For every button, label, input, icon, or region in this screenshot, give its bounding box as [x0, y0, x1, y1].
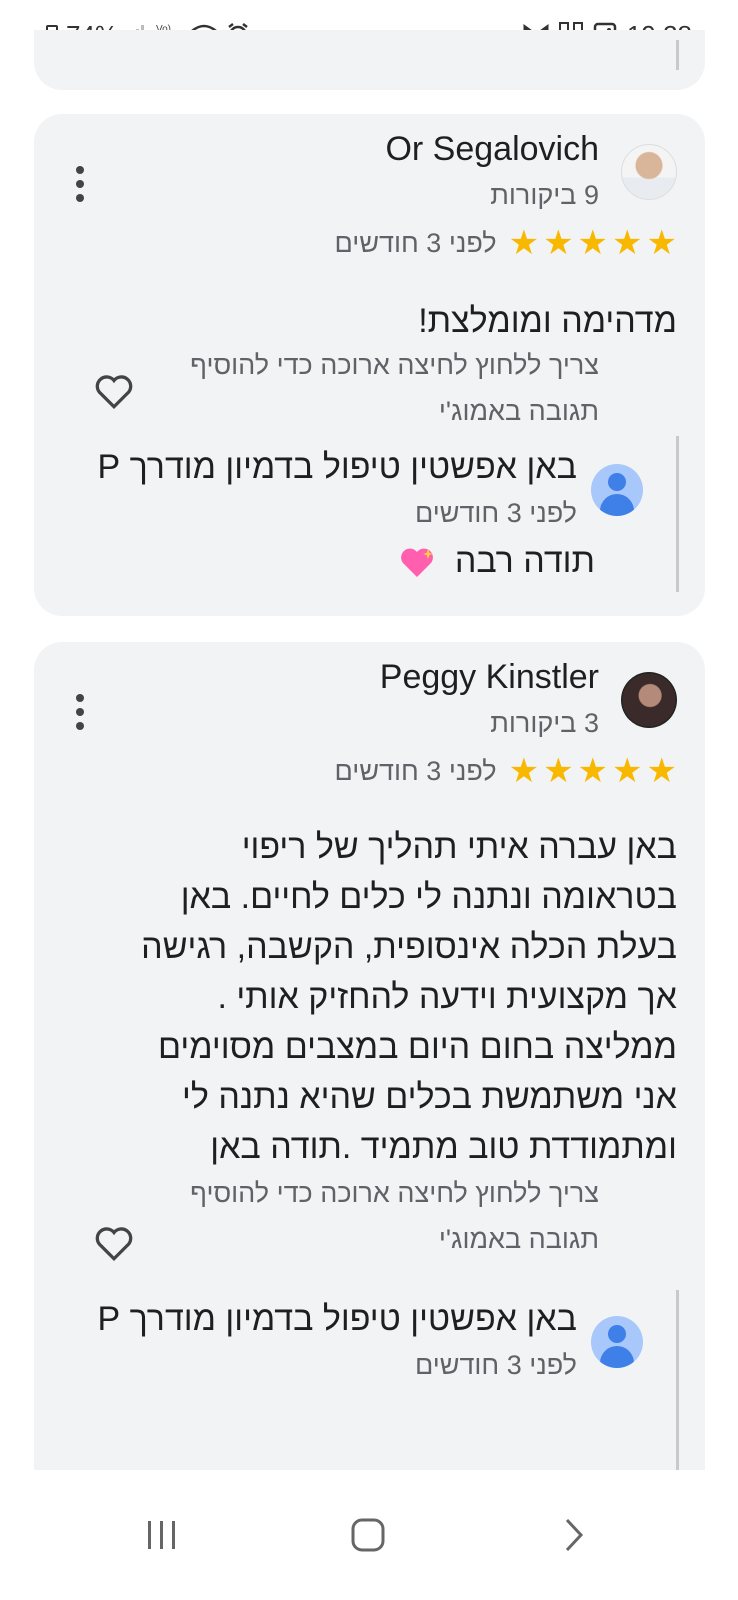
star-icon: ★ [612, 224, 643, 262]
star-icon: ★ [646, 224, 677, 262]
reply-rail [676, 1290, 679, 1472]
more-options-icon[interactable] [76, 694, 84, 730]
owner-name[interactable]: באן אפשטין טיפול בדמיון מודרך P [98, 1300, 578, 1339]
heart-icon[interactable] [94, 374, 134, 410]
star-icon: ★ [612, 752, 643, 790]
review-card: Or Segalovich 9 ביקורות ★ ★ ★ ★ ★ לפני 3… [34, 114, 705, 616]
review-text-line: ממליצה בחום היום במצבים מסוימים [158, 1028, 677, 1066]
star-icon: ★ [543, 224, 574, 262]
owner-avatar [591, 464, 643, 516]
star-icon: ★ [508, 224, 540, 262]
review-text-line: ומתמודדת טוב מתמיד .תודה באן [210, 1128, 677, 1166]
reviewer-avatar[interactable] [621, 672, 677, 728]
review-time: לפני 3 חודשים [334, 755, 497, 786]
star-icon: ★ [646, 752, 677, 790]
owner-name[interactable]: באן אפשטין טיפול בדמיון מודרך P [98, 448, 578, 487]
home-icon [351, 1518, 385, 1552]
owner-reply-time: לפני 3 חודשים [414, 1350, 577, 1380]
sparkling-heart-icon [401, 548, 434, 578]
review-text-line: באן עברה איתי תהליך של ריפוי [241, 828, 677, 866]
back-icon [565, 1518, 584, 1552]
emoji-hint-line: צריך ללחוץ לחיצה ארוכה כדי להוסיף [190, 1178, 599, 1208]
recents-icon [148, 1521, 175, 1549]
more-options-icon[interactable] [76, 166, 84, 202]
emoji-hint: צריך ללחוץ לחיצה ארוכה כדי להוסיף תגובה … [79, 1170, 599, 1262]
rating-row: ★ ★ ★ ★ ★ לפני 3 חודשים [335, 226, 677, 260]
owner-reply-text-content: תודה רבה [454, 542, 595, 580]
emoji-hint-line: תגובה באמוג'י [438, 396, 599, 426]
review-text-line: בטראומה ונתנה לי כלים לחיים. באן [180, 878, 677, 916]
reviewer-name[interactable]: Or Segalovich [385, 130, 599, 169]
star-icon: ★ [508, 752, 540, 790]
owner-reply-time: לפני 3 חודשים [414, 498, 577, 528]
reviewer-name[interactable]: Peggy Kinstler [380, 658, 599, 697]
rating-row: ★ ★ ★ ★ ★ לפני 3 חודשים [335, 754, 677, 788]
star-icon: ★ [577, 224, 609, 262]
review-text-line: בעלת הכלה אינסופית, הקשבה, רגישה [141, 928, 677, 966]
navigation-bar [0, 1470, 738, 1600]
review-count: 9 ביקורות [490, 180, 599, 210]
review-text: באן עברה איתי תהליך של ריפוי בטראומה ונת… [57, 822, 677, 1172]
emoji-hint: צריך ללחוץ לחיצה ארוכה כדי להוסיף תגובה … [79, 342, 599, 434]
star-icon: ★ [543, 752, 574, 790]
reply-rail [676, 436, 679, 592]
home-button[interactable] [338, 1510, 398, 1560]
review-time: לפני 3 חודשים [334, 227, 497, 258]
previous-review-card [34, 30, 705, 90]
reply-rail [676, 40, 679, 70]
review-text-line: אך מקצועית וידעה להחזיק אותי . [217, 978, 677, 1016]
star-icon: ★ [577, 752, 609, 790]
star-rating: ★ ★ ★ ★ ★ [509, 226, 677, 260]
heart-icon[interactable] [94, 1226, 134, 1262]
owner-reply-text: תודה רבה [399, 542, 595, 581]
emoji-hint-line: תגובה באמוג'י [438, 1224, 599, 1254]
review-text: מדהימה ומומלצת! [418, 302, 677, 340]
reviewer-avatar[interactable] [621, 144, 677, 200]
emoji-hint-line: צריך ללחוץ לחיצה ארוכה כדי להוסיף [190, 350, 599, 380]
review-count: 3 ביקורות [490, 708, 599, 738]
star-rating: ★ ★ ★ ★ ★ [509, 754, 677, 788]
back-button[interactable] [544, 1510, 604, 1560]
review-card: Peggy Kinstler 3 ביקורות ★ ★ ★ ★ ★ לפני … [34, 642, 705, 1472]
owner-avatar [591, 1316, 643, 1368]
review-text-line: אני משתמשת בכלים שהיא נתנה לי [182, 1078, 677, 1116]
recents-button[interactable] [132, 1510, 192, 1560]
